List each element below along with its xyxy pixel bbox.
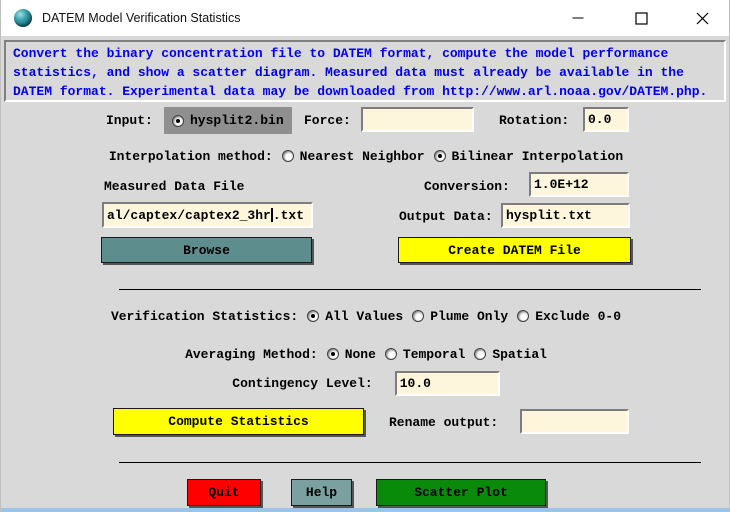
radio-all-values[interactable]: All Values (307, 309, 403, 324)
radio-icon (307, 310, 319, 322)
window-border (1, 508, 730, 512)
radio-plume-only[interactable]: Plume Only (412, 309, 508, 324)
rename-output-label: Rename output: (389, 415, 498, 430)
radio-icon (474, 348, 486, 360)
radio-nearest-neighbor[interactable]: Nearest Neighbor (282, 149, 425, 164)
radio-label: Plume Only (430, 309, 508, 324)
verification-label: Verification Statistics: (111, 309, 298, 324)
radio-label: None (345, 347, 376, 362)
contingency-label: Contingency Level: (232, 376, 372, 391)
radio-temporal[interactable]: Temporal (385, 347, 465, 362)
description-line: statistics, and show a scatter diagram. … (13, 63, 724, 82)
radio-icon (282, 150, 294, 162)
window-title: DATEM Model Verification Statistics (42, 11, 240, 25)
maximize-icon[interactable] (625, 3, 657, 33)
separator (119, 289, 701, 290)
radio-label: Spatial (492, 347, 547, 362)
radio-icon (327, 348, 339, 360)
input-file-radio-label: hysplit2.bin (190, 113, 284, 128)
contingency-row: Contingency Level: 10.0 (1, 371, 730, 396)
radio-icon (412, 310, 424, 322)
rotation-label: Rotation: (499, 113, 569, 128)
compute-statistics-button[interactable]: Compute Statistics (113, 408, 364, 435)
verification-row: Verification Statistics: All Values Plum… (1, 304, 730, 328)
measured-file-entry[interactable]: al/captex/captex2_3hr.txt (102, 202, 313, 228)
measured-data-file-label: Measured Data File (104, 179, 244, 194)
input-label: Input: (106, 113, 153, 128)
radio-icon (385, 348, 397, 360)
datem-dialog-window: DATEM Model Verification Statistics Conv… (0, 0, 730, 512)
radio-label: All Values (325, 309, 403, 324)
output-data-label: Output Data: (399, 209, 493, 224)
radio-exclude-0-0[interactable]: Exclude 0-0 (517, 309, 621, 324)
force-entry[interactable] (361, 107, 474, 132)
radio-spatial[interactable]: Spatial (474, 347, 547, 362)
radio-label: Bilinear Interpolation (452, 149, 624, 164)
radio-bilinear-interpolation[interactable]: Bilinear Interpolation (434, 149, 624, 164)
app-icon[interactable] (14, 9, 32, 27)
description-line: DATEM format. Experimental data may be d… (13, 82, 724, 101)
description-box: Convert the binary concentration file to… (4, 40, 726, 102)
input-file-radio[interactable]: hysplit2.bin (164, 107, 292, 134)
browse-button[interactable]: Browse (101, 237, 312, 263)
radio-label: Nearest Neighbor (300, 149, 425, 164)
rotation-entry[interactable]: 0.0 (583, 107, 629, 132)
description-line: Convert the binary concentration file to… (13, 44, 724, 63)
help-button[interactable]: Help (291, 479, 352, 506)
conversion-label: Conversion: (424, 179, 510, 194)
interpolation-row: Interpolation method: Nearest Neighbor B… (1, 144, 730, 168)
conversion-entry[interactable]: 1.0E+12 (529, 172, 629, 197)
averaging-row: Averaging Method: None Temporal Spatial (1, 342, 730, 366)
force-label: Force: (304, 113, 351, 128)
radio-icon (172, 115, 184, 127)
create-datem-file-button[interactable]: Create DATEM File (398, 237, 631, 263)
radio-label: Exclude 0-0 (535, 309, 621, 324)
radio-icon (434, 150, 446, 162)
scatter-plot-button[interactable]: Scatter Plot (376, 479, 546, 506)
rename-output-entry[interactable] (520, 409, 629, 434)
entry-text: .txt (273, 208, 304, 223)
averaging-label: Averaging Method: (185, 347, 318, 362)
entry-text: al/captex/captex2_3hr (107, 208, 271, 223)
interpolation-label: Interpolation method: (109, 149, 273, 164)
output-data-entry[interactable]: hysplit.txt (501, 203, 630, 228)
minimize-icon[interactable] (562, 3, 594, 33)
radio-label: Temporal (403, 347, 465, 362)
separator (119, 462, 701, 463)
close-icon[interactable] (686, 3, 718, 33)
radio-icon (517, 310, 529, 322)
radio-none[interactable]: None (327, 347, 376, 362)
title-bar: DATEM Model Verification Statistics (1, 0, 730, 36)
contingency-entry[interactable]: 10.0 (395, 371, 500, 396)
quit-button[interactable]: Quit (187, 479, 261, 506)
